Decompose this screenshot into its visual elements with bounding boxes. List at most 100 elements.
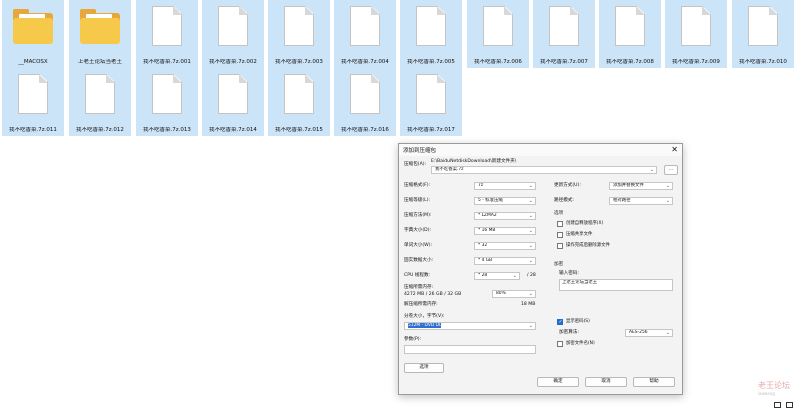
format-select[interactable]: 7z ⌄ (474, 182, 536, 190)
item-label: 我不吃香菜.7z.009 (672, 59, 720, 65)
archive-path: E:\BaiduNetdiskDownload\新建文件夹\ (431, 159, 517, 164)
file-icon (411, 72, 451, 120)
file-item[interactable]: 我不吃香菜.7z.001 (136, 0, 198, 68)
file-item[interactable]: 我不吃香菜.7z.006 (467, 0, 529, 68)
path-mode-value: 相对路径 (613, 198, 631, 203)
item-label: 我不吃香菜.7z.001 (143, 59, 191, 65)
folder-item[interactable]: 上老王论坛当老王 (69, 0, 131, 68)
delete-label: 操作完成后删除源文件 (566, 243, 610, 248)
method-label: 压缩方法(M): (404, 213, 432, 218)
solid-select[interactable]: * 4 GB ⌄ (474, 257, 536, 265)
file-item[interactable]: 我不吃香菜.7z.004 (334, 0, 396, 68)
show-password-checkbox[interactable] (557, 319, 563, 325)
delete-checkbox[interactable] (557, 243, 563, 249)
folder-item[interactable]: __MACOSX (2, 0, 64, 68)
file-icon (279, 72, 319, 120)
file-item[interactable]: 我不吃香菜.7z.016 (334, 68, 396, 136)
file-item[interactable]: 我不吃香菜.7z.005 (400, 0, 462, 68)
item-label: 我不吃香菜.7z.011 (9, 127, 57, 133)
dict-select[interactable]: * 16 MB ⌄ (474, 227, 536, 235)
window-icon[interactable] (786, 402, 793, 408)
file-item[interactable]: 我不吃香菜.7z.010 (732, 0, 794, 68)
item-label: 我不吃香菜.7z.017 (407, 127, 455, 133)
forum-watermark: 老王论坛 laowang (758, 380, 790, 396)
path-mode-select[interactable]: 相对路径 ⌄ (609, 197, 673, 205)
cancel-button[interactable]: 取消 (585, 377, 627, 387)
archive-name-combo[interactable]: 我不吃香菜.7z ⌄ (431, 166, 657, 174)
monitor-icon[interactable] (774, 402, 781, 408)
archive-label: 压缩包(A): (404, 162, 427, 167)
level-label: 压缩等级(L): (404, 198, 431, 203)
enc-method-value: AES-256 (629, 330, 648, 335)
password-input[interactable]: 上老王论坛当老王 (559, 279, 673, 291)
file-item[interactable]: 我不吃香菜.7z.009 (665, 0, 727, 68)
sfx-checkbox[interactable] (557, 221, 563, 227)
file-icon (213, 72, 253, 120)
file-item[interactable]: 我不吃香菜.7z.015 (268, 68, 330, 136)
mem-decompress-value: 18 MB (521, 302, 536, 307)
level-value: 5 - 标准压缩 (478, 198, 503, 203)
file-item[interactable]: 我不吃香菜.7z.013 (136, 68, 198, 136)
format-value: 7z (478, 183, 484, 188)
update-label: 更新方式(U): (554, 183, 581, 188)
file-icon (478, 4, 518, 52)
dict-label: 字典大小(D): (404, 228, 432, 233)
cpu-select[interactable]: * 28 ⌄ (474, 272, 520, 280)
shared-checkbox[interactable] (557, 232, 563, 238)
encrypt-names-checkbox[interactable] (557, 341, 563, 347)
mem-percent-select[interactable]: 80% ⌄ (492, 290, 536, 298)
word-label: 单词大小(W): (404, 243, 433, 248)
params-input[interactable] (404, 345, 536, 354)
file-item[interactable]: 我不吃香菜.7z.017 (400, 68, 462, 136)
file-item[interactable]: 我不吃香菜.7z.014 (202, 68, 264, 136)
item-label: 我不吃香菜.7z.007 (540, 59, 588, 65)
item-label: 我不吃香菜.7z.015 (275, 127, 323, 133)
item-label: 我不吃香菜.7z.006 (474, 59, 522, 65)
file-icon (147, 72, 187, 120)
show-password-label: 显示密码(S) (566, 319, 590, 324)
split-combo[interactable]: 512M - DVD DL ⌄ (404, 322, 536, 330)
browse-button[interactable]: ... (664, 165, 678, 175)
taskbar-tray (740, 398, 800, 410)
chevron-down-icon: ⌄ (528, 198, 533, 204)
chevron-down-icon: ⌄ (528, 183, 533, 189)
file-icon (544, 4, 584, 52)
path-mode-label: 路径模式: (554, 198, 574, 203)
chevron-down-icon: ⌄ (528, 243, 533, 249)
chevron-down-icon: ⌄ (665, 183, 670, 189)
enc-method-label: 加密算法: (559, 330, 579, 335)
file-icon (147, 4, 187, 52)
add-to-archive-dialog: 添加到压缩包 ✕ 压缩包(A): E:\BaiduNetdiskDownload… (398, 143, 683, 395)
enc-method-select[interactable]: AES-256 ⌄ (625, 329, 673, 337)
dialog-titlebar[interactable]: 添加到压缩包 ✕ (399, 144, 682, 156)
mem-percent-value: 80% (496, 291, 506, 296)
shared-label: 压缩共享文件 (566, 232, 593, 237)
file-icon (676, 4, 716, 52)
archive-name-value: 我不吃香菜.7z (435, 167, 464, 172)
file-icon (213, 4, 253, 52)
item-label: 我不吃香菜.7z.013 (143, 127, 191, 133)
file-item[interactable]: 我不吃香菜.7z.008 (599, 0, 661, 68)
password-label: 输入密码: (559, 271, 579, 276)
file-item[interactable]: 我不吃香菜.7z.002 (202, 0, 264, 68)
ok-button[interactable]: 确定 (537, 377, 579, 387)
chevron-down-icon: ⌄ (528, 323, 533, 329)
options-button[interactable]: 选项 (404, 363, 444, 373)
file-item[interactable]: 我不吃香菜.7z.007 (533, 0, 595, 68)
update-select[interactable]: 添加并替换文件 ⌄ (609, 182, 673, 190)
file-item[interactable]: 我不吃香菜.7z.012 (69, 68, 131, 136)
item-label: 我不吃香菜.7z.005 (407, 59, 455, 65)
help-button[interactable]: 帮助 (633, 377, 675, 387)
level-select[interactable]: 5 - 标准压缩 ⌄ (474, 197, 536, 205)
chevron-down-icon: ⌄ (528, 213, 533, 219)
mem-compress-label: 压缩所需内存: (404, 285, 434, 290)
close-icon[interactable]: ✕ (671, 145, 678, 154)
item-label: 我不吃香菜.7z.012 (76, 127, 124, 133)
file-item[interactable]: 我不吃香菜.7z.011 (2, 68, 64, 136)
item-label: 我不吃香菜.7z.002 (209, 59, 257, 65)
word-select[interactable]: * 32 ⌄ (474, 242, 536, 250)
encrypt-group-title: 加密 (554, 262, 564, 267)
file-item[interactable]: 我不吃香菜.7z.003 (268, 0, 330, 68)
chevron-down-icon: ⌄ (528, 291, 533, 297)
method-select[interactable]: * LZMA2 ⌄ (474, 212, 536, 220)
